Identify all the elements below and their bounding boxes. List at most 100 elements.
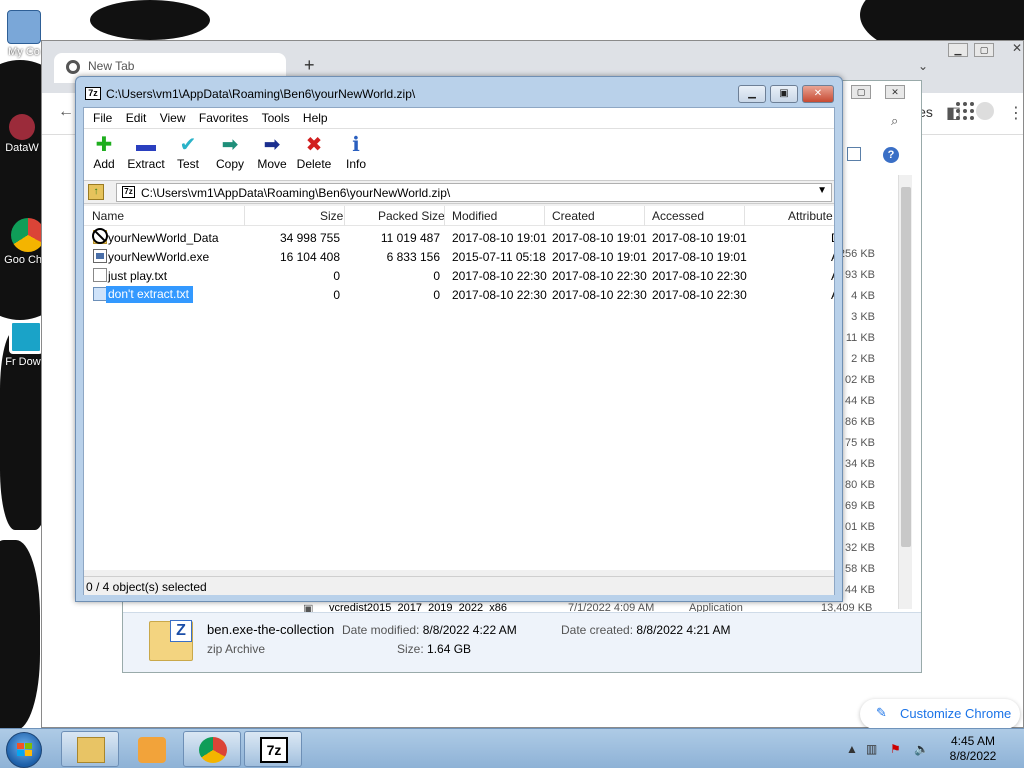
chrome-icon: [11, 218, 45, 252]
extract-label: Extract: [127, 157, 165, 171]
taskbar-chrome[interactable]: [183, 731, 241, 767]
profile-avatar-icon[interactable]: [976, 102, 994, 120]
copy-button[interactable]: ➡ Copy: [208, 133, 252, 171]
taskbar-media-player[interactable]: [122, 731, 180, 767]
maximize-button[interactable]: ▣: [770, 85, 798, 103]
up-folder-icon[interactable]: ↑: [88, 184, 104, 200]
volume-icon[interactable]: 🔈: [914, 742, 929, 756]
packed-size: 0: [433, 269, 440, 283]
created-date: 2017-08-10 19:01: [552, 231, 647, 245]
delete-button[interactable]: ✖ Delete: [292, 133, 336, 171]
menu-help[interactable]: Help: [302, 108, 334, 125]
accessed-date: 2017-08-10 22:30: [652, 269, 747, 283]
help-icon[interactable]: ?: [883, 147, 899, 163]
chrome-icon: [199, 737, 227, 763]
back-arrow-icon[interactable]: ←: [58, 103, 74, 121]
clock[interactable]: 4:45 AM 8/8/2022: [944, 734, 1002, 764]
show-hidden-icons-icon[interactable]: ▲: [846, 742, 858, 756]
wallpaper-shape: [0, 540, 40, 728]
modified-date: 2017-08-10 22:30: [452, 288, 547, 302]
window-title: C:\Users\vm1\AppData\Roaming\Ben6\yourNe…: [106, 87, 416, 101]
zip-archive-icon: Z: [149, 620, 193, 661]
column-header-packed-size[interactable]: Packed Size: [378, 209, 445, 223]
test-button[interactable]: ✔ Test: [166, 133, 210, 171]
column-header-modified[interactable]: Modified: [452, 209, 497, 223]
start-button[interactable]: [6, 732, 42, 768]
table-row-selected[interactable]: don't extract.txt 0 0 2017-08-10 22:30 2…: [84, 285, 834, 304]
action-center-icon[interactable]: ⚑: [890, 742, 901, 756]
tab-title: New Tab: [88, 59, 135, 73]
pencil-icon: ✎: [876, 705, 887, 720]
taskbar-explorer[interactable]: [61, 731, 119, 767]
new-tab-button[interactable]: +: [304, 55, 315, 76]
extract-button[interactable]: ▬ Extract: [124, 133, 168, 171]
delete-label: Delete: [296, 157, 332, 171]
network-icon[interactable]: ▥: [866, 742, 877, 756]
sevenzip-client: File Edit View Favorites Tools Help ✚ Ad…: [83, 107, 835, 595]
add-icon: ✚: [95, 134, 113, 156]
info-label: Info: [345, 157, 366, 171]
chrome-minimize-button[interactable]: ▁: [948, 43, 968, 57]
attributes: A: [831, 250, 834, 264]
column-header-attributes[interactable]: Attribute: [788, 209, 833, 223]
address-bar: ↑ 7z C:\Users\vm1\AppData\Roaming\Ben6\y…: [84, 180, 834, 204]
menu-view[interactable]: View: [159, 108, 192, 125]
file-name: just play.txt: [108, 269, 168, 283]
explorer-maximize-button[interactable]: ▢: [851, 85, 871, 99]
column-header-size[interactable]: Size: [320, 209, 343, 223]
customize-chrome-button[interactable]: ✎ Customize Chrome: [860, 699, 1020, 729]
created-date: 2017-08-10 22:30: [552, 269, 647, 283]
test-label: Test: [176, 157, 199, 171]
add-button[interactable]: ✚ Add: [82, 133, 126, 171]
menu-file[interactable]: File: [92, 108, 118, 125]
windows-logo-icon: [17, 743, 33, 758]
explorer-scroll-thumb[interactable]: [901, 187, 911, 547]
close-button[interactable]: ✕: [802, 85, 834, 103]
file-size: 0: [333, 269, 340, 283]
table-row[interactable]: yourNewWorld_Data 34 998 755 11 019 487 …: [84, 228, 834, 247]
media-player-icon: [138, 737, 166, 763]
apps-grid-icon[interactable]: [956, 102, 976, 122]
menu-edit[interactable]: Edit: [125, 108, 153, 125]
toolbar: ✚ Add ▬ Extract ✔ Test ➡ Copy ➡ Move ✖ D…: [84, 128, 834, 180]
column-header-accessed[interactable]: Accessed: [652, 209, 704, 223]
modified-date: 2017-08-10 19:01: [452, 231, 547, 245]
file-size: 34 998 755: [279, 231, 340, 245]
info-button[interactable]: ℹ Info: [334, 133, 378, 171]
details-file-name: ben.exe-the-collection: [207, 622, 335, 637]
chrome-close-icon[interactable]: ✕: [1012, 41, 1022, 55]
file-name: yourNewWorld_Data: [108, 231, 219, 245]
change-view-icon[interactable]: [847, 147, 861, 161]
table-row[interactable]: yourNewWorld.exe 16 104 408 6 833 156 20…: [84, 247, 834, 266]
path-text: C:\Users\vm1\AppData\Roaming\Ben6\yourNe…: [141, 186, 451, 200]
details-value: 8/8/2022 4:22 AM: [422, 623, 517, 637]
move-button[interactable]: ➡ Move: [250, 133, 294, 171]
accessed-date: 2017-08-10 19:01: [652, 250, 747, 264]
created-date: 2017-08-10 22:30: [552, 288, 647, 302]
packed-size: 11 019 487: [380, 231, 440, 245]
details-label: Date modified:: [342, 623, 420, 637]
move-label: Move: [257, 157, 287, 171]
explorer-vertical-scrollbar[interactable]: [898, 175, 912, 609]
path-combobox[interactable]: 7z C:\Users\vm1\AppData\Roaming\Ben6\you…: [116, 183, 832, 202]
attributes: D: [831, 231, 834, 245]
tab-search-chevron-icon[interactable]: ⌄: [918, 59, 928, 73]
customize-chrome-label: Customize Chrome: [900, 706, 1012, 721]
chrome-menu-icon[interactable]: ⋮: [1008, 103, 1024, 123]
dropdown-arrow-icon[interactable]: ▼: [817, 185, 827, 196]
details-label: Date created:: [561, 623, 634, 637]
taskbar-7zip[interactable]: 7z: [244, 731, 302, 767]
chrome-maximize-button[interactable]: ▢: [974, 43, 994, 57]
column-header-name[interactable]: Name: [92, 209, 124, 223]
modified-date: 2015-07-11 05:18: [452, 250, 546, 264]
wallpaper-shape: [90, 0, 210, 40]
explorer-close-button[interactable]: ✕: [885, 85, 905, 99]
text-file-icon: [93, 287, 107, 301]
menu-tools[interactable]: Tools: [261, 108, 296, 125]
column-header-created[interactable]: Created: [552, 209, 595, 223]
table-row[interactable]: just play.txt 0 0 2017-08-10 22:30 2017-…: [84, 266, 834, 285]
search-icon[interactable]: ⌕: [891, 113, 898, 129]
menu-favorites[interactable]: Favorites: [198, 108, 254, 125]
file-size: 16 104 408: [279, 250, 340, 264]
minimize-button[interactable]: ▁: [738, 85, 766, 103]
